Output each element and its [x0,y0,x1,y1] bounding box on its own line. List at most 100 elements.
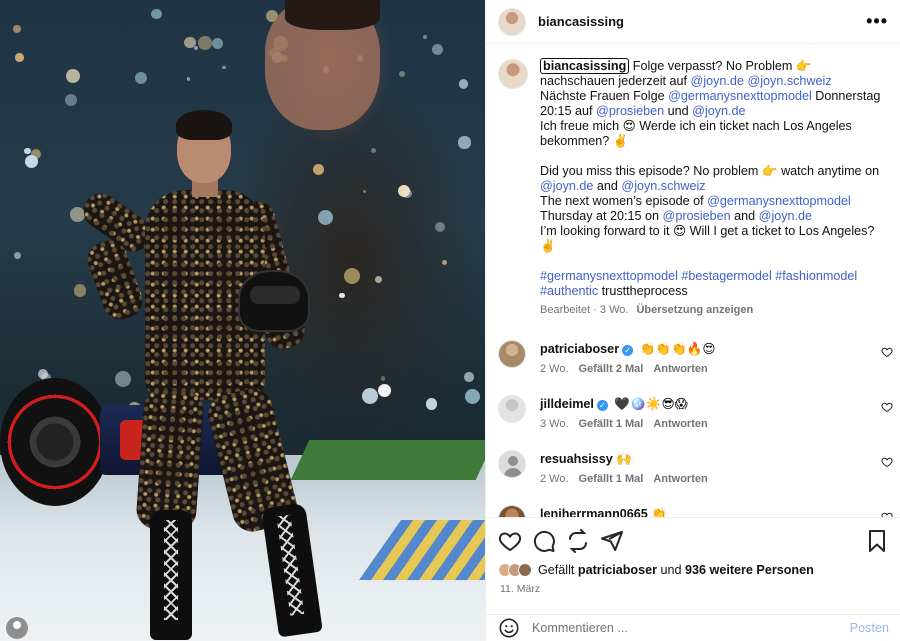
comment-username[interactable]: resuahsissy [540,452,613,466]
bokeh-light [317,209,334,226]
send-icon[interactable] [600,529,624,553]
emoji-icon[interactable] [498,617,520,639]
bokeh-light [65,69,80,84]
bokeh-light [65,94,78,107]
hashtag-link[interactable]: #fashionmodel [775,269,857,283]
comment-username[interactable]: leniherrmann0665 [540,507,648,517]
photo-model-hair [176,110,232,140]
bokeh-light [313,164,324,176]
caption-segment: and [730,209,759,223]
bokeh-light [422,34,427,39]
caption-segment: Nächste Frauen Folge [540,89,669,103]
bokeh-light [344,268,361,285]
more-icon[interactable]: ••• [866,11,888,32]
hashtag-link[interactable]: #bestagermodel [681,269,771,283]
bokeh-light [151,9,162,20]
bookmark-icon[interactable] [865,529,889,553]
mention-link[interactable]: @prosieben [663,209,731,223]
heart-icon[interactable] [498,529,522,553]
header-username[interactable]: biancasissing [538,14,866,29]
bokeh-light [24,147,31,155]
caption-edited: Bearbeitet · 3 Wo. [540,304,629,316]
reply-button[interactable]: Antworten [653,363,707,375]
share-icon[interactable] [566,528,590,553]
bokeh-light [184,36,196,49]
bokeh-light [222,65,226,70]
verified-badge-icon: ✓ [622,345,634,356]
bokeh-light [434,221,446,233]
bokeh-light [425,398,438,410]
likes-middle: und [657,563,686,577]
hashtag-link[interactable]: #authentic [540,284,598,298]
caption-segment: and [593,179,622,193]
likes-user[interactable]: patriciaboser [578,563,657,577]
comment-likes[interactable]: Gefällt 2 Mal [579,363,644,375]
translate-link[interactable]: Übersetzung anzeigen [636,304,753,316]
bokeh-light [186,77,191,81]
photo-background-hair [285,0,380,30]
avatar[interactable] [498,505,526,517]
bokeh-light [458,136,471,149]
comment-text: 🖤🪩☀️😎😱 [614,397,688,411]
comment-username[interactable]: patriciaboser [540,342,619,356]
bokeh-light [15,53,24,62]
comment-text: 👏 [651,507,667,517]
like-comment-heart-icon[interactable] [881,346,893,358]
post-photo[interactable] [0,0,485,641]
bokeh-light [197,36,213,51]
avatar[interactable] [498,7,526,36]
comment-item: jilldeimel ✓ 🖤🪩☀️😎😱 3 Wo. Gefällt 1 Mal Ant… [486,395,900,450]
comments-scroll-area[interactable]: biancasissing Folge verpasst? No Problem… [486,45,900,517]
mention-link[interactable]: @joyn.de [692,104,745,118]
comment-age: 2 Wo. [540,363,569,375]
bokeh-light [134,71,148,84]
caption-segment: Thursday at 20:15 on [540,209,663,223]
caption: biancasissing Folge verpasst? No Problem… [486,45,900,318]
likes-count[interactable]: 936 weitere Personen [685,563,814,577]
bokeh-light [464,389,480,405]
caption-segment: trusttheprocess [598,284,688,298]
caption-segment: The next women’s episode of [540,194,708,208]
avatar[interactable] [498,340,526,368]
bokeh-light [211,37,223,49]
mention-link[interactable]: @prosieben [596,104,664,118]
tagged-users-icon[interactable] [6,617,28,639]
comment-item: resuahsissy 🙌 2 Wo. Gefällt 1 Mal Antworte… [486,450,900,505]
comment-username[interactable]: jilldeimel [540,397,594,411]
post-comment-button[interactable]: Posten [850,621,889,635]
comment-likes[interactable]: Gefällt 1 Mal [579,473,644,485]
mention-link[interactable]: @germanysnexttopmodel [668,89,812,103]
mention-link[interactable]: @joyn.de [540,179,593,193]
bokeh-light [398,184,411,197]
caption-meta: Bearbeitet · 3 Wo. Übersetzung anzeigen [540,303,885,318]
bokeh-light [24,154,38,169]
like-comment-heart-icon[interactable] [881,456,893,468]
avatar[interactable] [498,450,526,478]
verified-badge-icon: ✓ [596,400,608,411]
reply-button[interactable]: Antworten [653,473,707,485]
bokeh-light [464,372,474,382]
like-comment-heart-icon[interactable] [881,401,893,413]
post-side-panel: biancasissing ••• biancasissing Folge ve… [485,0,900,641]
mention-link[interactable]: @joyn.de [691,74,744,88]
bokeh-light [458,79,468,89]
bokeh-light [441,260,447,266]
caption-username[interactable]: biancasissing [540,58,630,74]
bokeh-light [361,388,378,405]
mention-link[interactable]: @joyn.de [759,209,812,223]
mention-link[interactable]: @joyn.schweiz [747,74,831,88]
hashtag-link[interactable]: #germanysnexttopmodel [540,269,678,283]
post-date[interactable]: 11. März [500,583,540,595]
comment-icon[interactable] [532,529,556,553]
photo-race-tire [0,378,110,506]
avatar[interactable] [498,59,528,89]
reply-button[interactable]: Antworten [653,418,707,430]
caption-segment: und [664,104,693,118]
likes-text: Gefällt patriciaboser und 936 weitere Pe… [538,563,814,577]
comment-likes[interactable]: Gefällt 1 Mal [579,418,644,430]
comment-input[interactable] [532,621,850,635]
likes-summary[interactable]: Gefällt patriciaboser und 936 weitere Pe… [498,563,814,577]
mention-link[interactable]: @germanysnexttopmodel [707,194,851,208]
mention-link[interactable]: @joyn.schweiz [621,179,705,193]
avatar[interactable] [498,395,526,423]
